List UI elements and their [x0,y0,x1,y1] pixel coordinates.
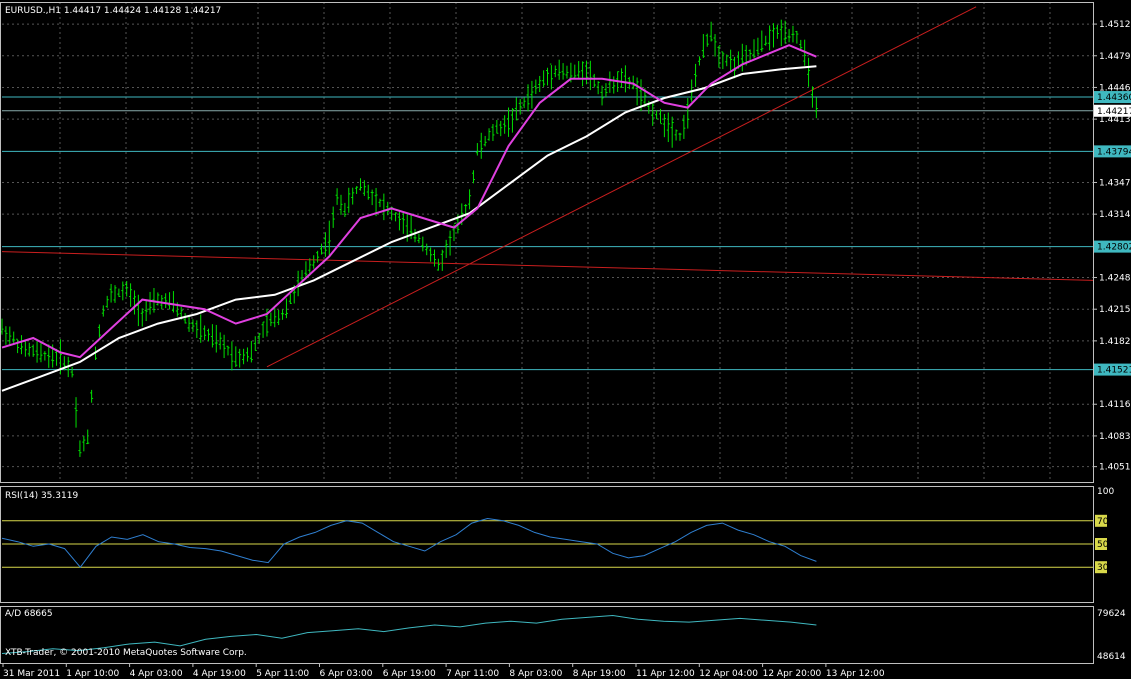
price-tick-label: 1.44130 [1099,115,1131,125]
ad-label: A/D 68665 [5,609,53,619]
rsi-tick-label: 70 [1097,517,1109,527]
time-tick-label: 11 Apr 12:00 [636,669,695,679]
trendlines[interactable] [1,6,1094,368]
ad-tick-label: 48614 [1097,652,1126,662]
ad-tick-label: 79624 [1097,609,1126,619]
horizontal-level-label: 1.41521 [1097,366,1131,376]
horizontal-levels[interactable]: 1.443601.437941.428021.415211.44217 [2,91,1131,376]
price-tick-label: 1.40510 [1099,463,1131,473]
price-tick-label: 1.41820 [1099,337,1131,347]
time-tick-label: 8 Apr 03:00 [509,669,562,679]
rsi-line [1,517,817,569]
time-tick-label: 6 Apr 03:00 [320,669,373,679]
price-tick-label: 1.44460 [1099,83,1131,93]
horizontal-level-label: 1.42802 [1097,243,1131,253]
rsi-tick-label: 30 [1097,563,1109,573]
time-tick-label: 13 Apr 12:00 [826,669,885,679]
price-tick-label: 1.43470 [1099,178,1131,188]
time-tick-label: 31 Mar 2011 [3,669,60,679]
time-tick-label: 12 Apr 04:00 [699,669,758,679]
time-tick-label: 4 Apr 03:00 [130,669,183,679]
time-tick-label: 5 Apr 11:00 [256,669,309,679]
price-tick-label: 1.42150 [1099,305,1131,315]
rsi-tick-label: 100 [1097,487,1114,497]
time-tick-label: 12 Apr 20:00 [763,669,822,679]
price-tick-label: 1.41160 [1099,400,1131,410]
horizontal-level-label: 1.44360 [1097,93,1131,103]
time-tick-label: 4 Apr 19:00 [193,669,246,679]
time-tick-label: 7 Apr 11:00 [446,669,499,679]
price-bars [0,19,818,457]
fast-moving-average-line [1,44,817,359]
time-tick-label: 8 Apr 19:00 [573,669,626,679]
price-tick-label: 1.42480 [1099,274,1131,284]
copyright-text: XTB-Trader, © 2001-2010 MetaQuotes Softw… [5,648,247,658]
rsi-tick-label: 50 [1097,540,1109,550]
time-tick-label: 6 Apr 19:00 [383,669,436,679]
rsi-label: RSI(14) 35.3119 [5,491,78,501]
axes: 1.45120 1.44790 1.44460 1.44130 1.43470 1.431… [0,2,1131,679]
symbol-header: EURUSD.,H1 1.44417 1.44424 1.44128 1.442… [5,6,221,16]
slow-moving-average-line [1,65,817,392]
uptrend-line [266,6,977,368]
price-tick-label: 1.44790 [1099,52,1131,62]
price-tick-label: 1.43140 [1099,210,1131,220]
horizontal-level-label: 1.43794 [1097,147,1131,157]
price-tick-label: 1.45120 [1099,20,1131,30]
flat-trend-line [1,251,1094,281]
time-tick-label: 1 Apr 10:00 [66,669,119,679]
price-tick-label: 1.40830 [1099,432,1131,442]
price-chart[interactable]: 1.443601.437941.428021.415211.44217 1007… [0,0,1131,679]
rsi-panel: 100 70 50 30 [1,487,1114,574]
